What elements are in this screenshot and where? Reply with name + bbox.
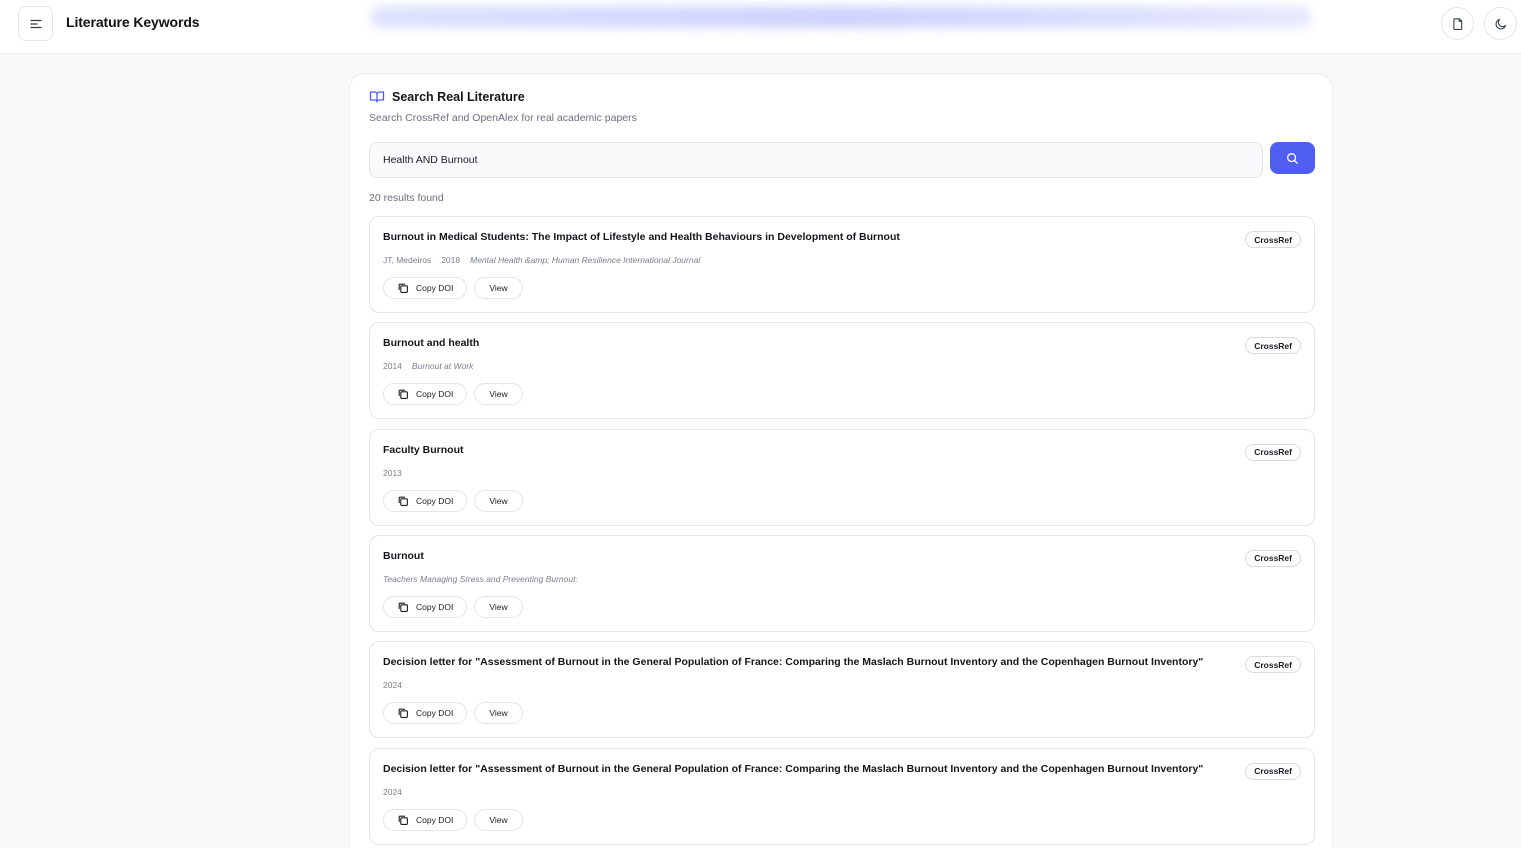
result-meta: Teachers Managing Stress and Preventing … <box>383 574 578 584</box>
result-title: Decision letter for "Assessment of Burno… <box>383 656 1204 669</box>
result-card: Decision letter for "Assessment of Burno… <box>369 641 1315 739</box>
result-title: Burnout in Medical Students: The Impact … <box>383 231 900 243</box>
source-badge: CrossRef <box>1245 337 1301 355</box>
menu-button[interactable] <box>18 6 53 41</box>
view-label: View <box>489 495 508 506</box>
view-label: View <box>489 283 508 293</box>
copy-icon <box>398 815 408 825</box>
copy-doi-button[interactable]: Copy DOI <box>383 808 468 831</box>
result-authors: JT, Medeiros <box>383 255 432 265</box>
search-icon <box>1287 152 1298 164</box>
copy-doi-label: Copy DOI <box>416 283 454 293</box>
result-year: 2024 <box>383 680 402 691</box>
copy-icon <box>398 283 408 293</box>
search-input[interactable] <box>369 142 1263 178</box>
view-button[interactable]: View <box>474 808 523 831</box>
copy-doi-button[interactable]: Copy DOI <box>383 277 468 299</box>
panel-subtitle: Search CrossRef and OpenAlex for real ac… <box>369 112 637 124</box>
source-badge: CrossRef <box>1245 231 1301 248</box>
source-badge: CrossRef <box>1245 656 1301 674</box>
view-label: View <box>489 389 508 400</box>
result-actions: Copy DOI View <box>383 383 523 406</box>
result-year: 2018 <box>441 255 461 265</box>
result-year: 2013 <box>383 467 402 478</box>
copy-doi-button[interactable]: Copy DOI <box>383 489 468 512</box>
result-card: Decision letter for "Assessment of Burno… <box>369 747 1315 845</box>
copy-icon <box>398 602 408 612</box>
view-button[interactable]: View <box>474 489 523 512</box>
copy-icon <box>398 389 408 400</box>
result-year: 2014 <box>383 361 402 372</box>
result-card: Burnout and health CrossRef 2014 Burnout… <box>369 322 1315 420</box>
theme-toggle-button[interactable] <box>1484 7 1517 40</box>
result-title: Faculty Burnout <box>383 443 464 456</box>
copy-doi-label: Copy DOI <box>416 814 454 825</box>
result-card: Burnout CrossRef Teachers Managing Stres… <box>369 534 1315 632</box>
moon-icon <box>1495 18 1506 29</box>
result-year: 2024 <box>383 786 402 797</box>
result-meta: 2024 <box>383 787 402 797</box>
result-actions: Copy DOI View <box>383 277 523 299</box>
copy-doi-label: Copy DOI <box>416 601 454 612</box>
result-meta: JT, Medeiros 2018 Mental Health &amp; Hu… <box>383 255 700 265</box>
result-card: Faculty Burnout CrossRef 2013 Copy DOI V… <box>369 428 1315 526</box>
copy-doi-button[interactable]: Copy DOI <box>383 383 468 406</box>
result-meta: 2014 Burnout at Work <box>383 361 473 371</box>
result-actions: Copy DOI View <box>383 595 523 618</box>
result-card: Burnout in Medical Students: The Impact … <box>369 216 1315 313</box>
result-meta: 2013 <box>383 468 402 478</box>
search-button[interactable] <box>1270 142 1315 174</box>
copy-doi-label: Copy DOI <box>416 389 454 400</box>
result-journal: Mental Health &amp; Human Resilience Int… <box>470 255 701 265</box>
result-actions: Copy DOI View <box>383 808 523 831</box>
result-title: Burnout <box>383 549 424 562</box>
search-panel: Search Real Literature Search CrossRef a… <box>349 73 1333 848</box>
copy-icon <box>398 708 408 719</box>
header-glow <box>370 6 1312 28</box>
view-button[interactable]: View <box>474 383 523 406</box>
result-title: Burnout and health <box>383 337 480 350</box>
copy-doi-button[interactable]: Copy DOI <box>383 595 468 618</box>
view-button[interactable]: View <box>474 595 523 618</box>
copy-doi-button[interactable]: Copy DOI <box>383 702 468 725</box>
app-title: Literature Keywords <box>66 14 200 30</box>
result-journal: Burnout at Work <box>411 361 474 372</box>
source-badge: CrossRef <box>1245 549 1301 567</box>
view-label: View <box>489 708 508 719</box>
top-bar: Literature Keywords <box>0 0 1521 54</box>
results-count: 20 results found <box>369 192 444 204</box>
source-badge: CrossRef <box>1245 443 1301 461</box>
copy-doi-label: Copy DOI <box>416 708 454 719</box>
book-open-icon <box>369 91 385 103</box>
copy-doi-label: Copy DOI <box>416 495 454 506</box>
view-button[interactable]: View <box>474 277 523 299</box>
result-journal: Teachers Managing Stress and Preventing … <box>383 573 578 584</box>
document-button[interactable] <box>1441 7 1474 40</box>
result-meta: 2024 <box>383 680 402 690</box>
view-label: View <box>489 814 508 825</box>
result-title: Decision letter for "Assessment of Burno… <box>383 762 1204 775</box>
result-actions: Copy DOI View <box>383 702 523 725</box>
source-badge: CrossRef <box>1245 762 1301 780</box>
copy-icon <box>398 496 408 506</box>
result-actions: Copy DOI View <box>383 489 523 512</box>
view-button[interactable]: View <box>474 702 523 725</box>
document-icon <box>1452 17 1462 30</box>
panel-header: Search Real Literature <box>369 89 525 105</box>
menu-icon <box>29 19 42 28</box>
view-label: View <box>489 601 508 612</box>
panel-title: Search Real Literature <box>392 90 525 104</box>
